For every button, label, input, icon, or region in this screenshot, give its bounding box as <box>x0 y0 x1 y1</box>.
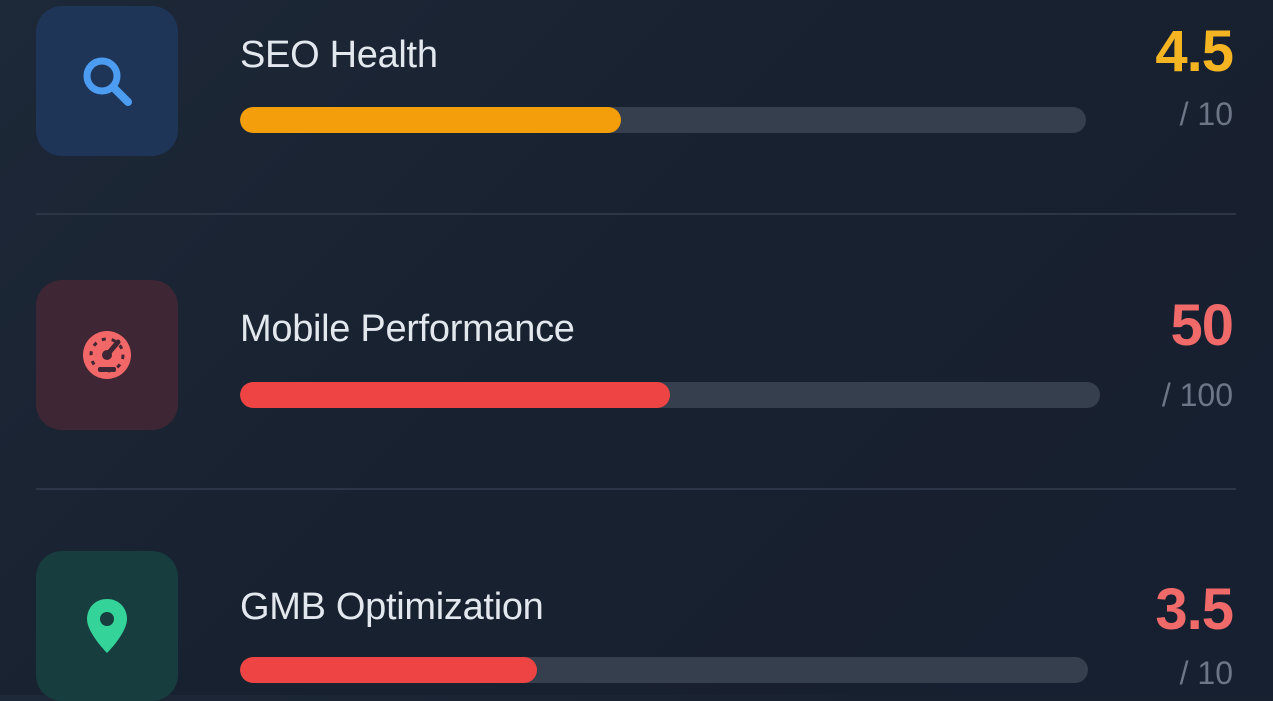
metric-label: Mobile Performance <box>240 308 575 350</box>
progress-fill <box>240 657 537 683</box>
metric-score: 50 <box>1170 293 1234 358</box>
metric-row-gmb-optimization: GMB Optimization 3.5 / 10 <box>0 0 1273 701</box>
metric-max: / 100 <box>1161 377 1233 413</box>
gmb-icon-tile <box>36 551 178 701</box>
progress-track <box>240 657 1088 683</box>
mobile-icon-tile <box>36 280 178 430</box>
divider <box>36 213 1236 215</box>
map-pin-icon <box>87 599 127 653</box>
progress-fill <box>240 382 670 408</box>
metric-label: GMB Optimization <box>240 586 544 628</box>
metric-max: / 10 <box>1179 655 1233 691</box>
speedometer-icon <box>83 331 131 379</box>
progress-track <box>240 382 1100 408</box>
divider <box>36 488 1236 490</box>
metric-score: 3.5 <box>1155 577 1234 642</box>
